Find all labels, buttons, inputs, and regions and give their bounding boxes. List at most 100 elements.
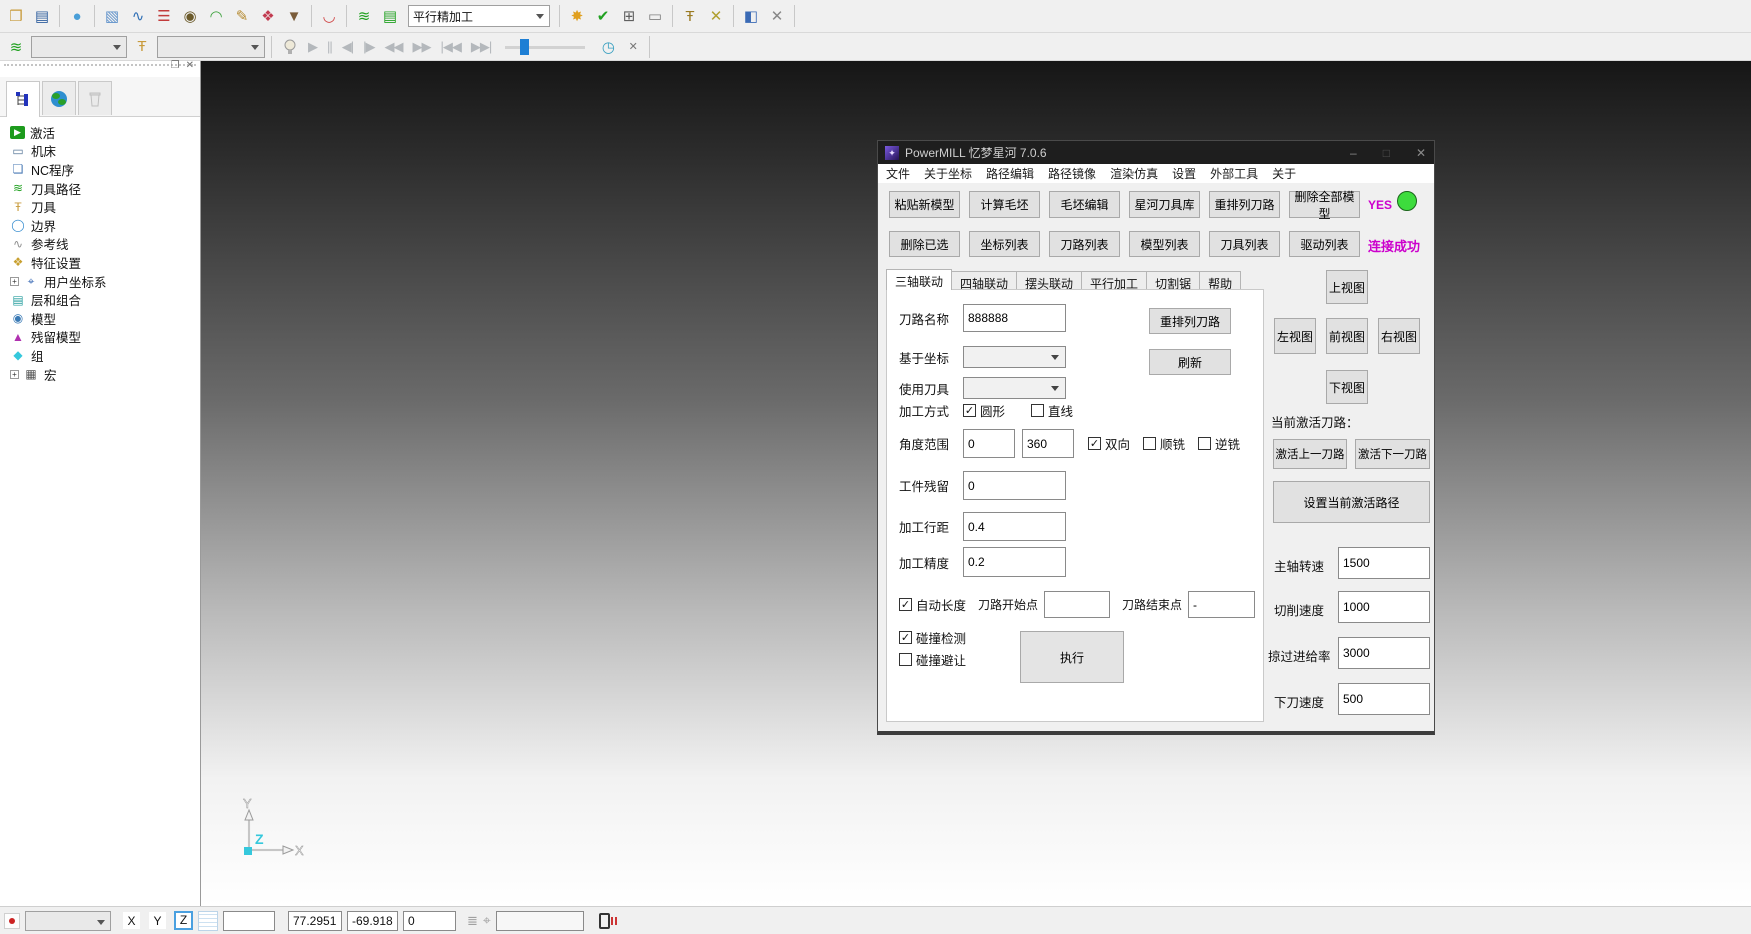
plunge-speed-input[interactable] [1338,683,1430,715]
checkbox-icon[interactable] [1143,437,1156,450]
rearrange-toolpath-button[interactable]: 重排列刀路 [1149,308,1231,334]
activate-next-toolpath-button[interactable]: 激活下一刀路 [1355,439,1430,469]
close-panel-icon[interactable]: ✕ [186,60,194,71]
dialog-tab[interactable]: 三轴联动 [886,269,952,290]
maximize-button[interactable]: □ [1383,146,1390,160]
direction-option[interactable]: 顺铣 [1143,434,1185,453]
expand-plus-icon[interactable]: + [10,370,19,379]
mode-option[interactable]: 直线 [1031,401,1073,420]
target-dropdown[interactable] [25,911,111,931]
dialog-tab[interactable]: 摆头联动 [1016,271,1082,290]
tree-item[interactable]: Ŧ 刀具 [10,197,200,216]
coordinate-y-field[interactable]: -69.918 [347,911,398,931]
set-active-path-button[interactable]: 设置当前激活路径 [1273,481,1430,523]
end-point-input[interactable] [1188,591,1255,618]
dialog-button[interactable]: 刀具列表 [1209,231,1280,257]
checkbox-icon[interactable] [1198,437,1211,450]
step-forward-button[interactable]: |▶ [360,39,377,55]
compare-models-icon[interactable]: ◧ [739,4,763,28]
simulate-entry-icon[interactable]: ✸ [565,4,589,28]
expand-plus-icon[interactable]: + [10,277,19,286]
grid-size-field[interactable] [223,911,275,931]
axis-toggle-button[interactable]: Y [148,911,167,930]
dialog-button[interactable]: 毛坯编辑 [1049,191,1120,218]
tree-item[interactable]: ◉ 模型 [10,309,200,328]
dialog-tab[interactable]: 帮助 [1199,271,1241,290]
base-coord-dropdown[interactable] [963,346,1066,368]
tab-explorer-tree[interactable] [6,81,40,117]
menu-item[interactable]: 设置 [1172,165,1196,182]
stepover-input[interactable] [963,512,1066,541]
menu-item[interactable]: 文件 [886,165,910,182]
go-end-button[interactable]: ▶▶| [468,39,494,55]
grid-toggle-icon[interactable] [198,911,218,931]
thickness-icon[interactable]: ◡ [317,4,341,28]
toolpath-name-input[interactable] [963,304,1066,332]
toolpath-select-dropdown[interactable] [31,36,127,58]
sidebar-drag-handle[interactable]: ❐ ✕ [4,64,196,77]
tab-globe[interactable] [42,81,76,115]
mode-option[interactable]: 圆形 [963,401,1005,420]
save-project-icon[interactable]: ▤ [30,4,54,28]
checkbox-icon[interactable] [899,653,912,666]
checkbox-icon[interactable] [899,598,912,611]
execute-button[interactable]: 执行 [1020,631,1124,683]
tool-change-icon[interactable]: Ŧ [678,4,702,28]
transform-icon[interactable]: ✕ [704,4,728,28]
direction-option[interactable]: 双向 [1088,434,1130,453]
auto-length-option[interactable]: 自动长度 [899,595,966,614]
clock-icon[interactable]: ◷ [596,35,620,59]
menu-item[interactable]: 路径镜像 [1048,165,1096,182]
measure-icon[interactable]: ▭ [643,4,667,28]
axis-toggle-button[interactable]: X [122,911,141,930]
toolbar-close-icon[interactable]: ✕ [765,4,789,28]
dialog-button[interactable]: 刀路列表 [1049,231,1120,257]
play-button[interactable]: ▶ [305,39,320,55]
draw-mode-icon[interactable] [4,913,20,929]
view-left-button[interactable]: 左视图 [1274,318,1316,354]
use-tool-dropdown[interactable] [963,377,1066,399]
dialog-button[interactable]: 粘贴新模型 [889,191,960,218]
cutting-speed-input[interactable] [1338,591,1430,623]
view-bottom-button[interactable]: 下视图 [1326,370,1368,404]
block-icon[interactable]: ▧ [100,4,124,28]
collision-check-option[interactable]: 碰撞检测 [899,628,966,647]
dialog-button[interactable]: 坐标列表 [969,231,1040,257]
calculator-icon[interactable]: ⊞ [617,4,641,28]
dialog-tab[interactable]: 平行加工 [1081,271,1147,290]
menu-item[interactable]: 外部工具 [1210,165,1258,182]
powermill-logo-icon[interactable]: ≋ [352,4,376,28]
start-point-input[interactable] [1044,591,1110,618]
coordinate-z-field[interactable]: 0 [403,911,456,931]
menu-item[interactable]: 关于坐标 [924,165,972,182]
checkbox-icon[interactable] [963,404,976,417]
stock-remain-input[interactable] [963,471,1066,500]
dialog-tab[interactable]: 切割锯 [1146,271,1200,290]
spindle-speed-input[interactable] [1338,547,1430,579]
dialog-button[interactable]: 模型列表 [1129,231,1200,257]
dialog-button[interactable]: 驱动列表 [1289,231,1360,257]
view-top-button[interactable]: 上视图 [1326,270,1368,304]
dialog-button[interactable]: 星河刀具库 [1129,191,1200,218]
open-project-icon[interactable]: ❒ [4,4,28,28]
direction-option[interactable]: 逆铣 [1198,434,1240,453]
tool-select-dropdown[interactable] [157,36,265,58]
float-panel-icon[interactable]: ❐ [171,60,180,71]
dialog-button[interactable]: 删除已选 [889,231,960,257]
angle-to-input[interactable] [1022,429,1074,458]
tolerance-input[interactable] [963,547,1066,577]
skim-feedrate-input[interactable] [1338,637,1430,669]
view-right-button[interactable]: 右视图 [1378,318,1420,354]
tree-item[interactable]: ◯ 边界 [10,216,200,235]
dialog-button[interactable]: 删除全部模型 [1289,191,1360,218]
slider-handle[interactable] [520,39,529,55]
minimize-button[interactable]: – [1350,146,1357,160]
step-back-button[interactable]: ◀| [339,39,356,55]
tool-holder-icon[interactable]: ▼ [282,4,306,28]
menu-item[interactable]: 关于 [1272,165,1296,182]
fast-forward-button[interactable]: ▶▶ [410,39,434,55]
checkbox-icon[interactable] [1088,437,1101,450]
nc-program-icon[interactable]: ☰ [152,4,176,28]
tree-item[interactable]: ∿ 参考线 [10,235,200,254]
tab-recycle-bin[interactable] [78,81,112,115]
